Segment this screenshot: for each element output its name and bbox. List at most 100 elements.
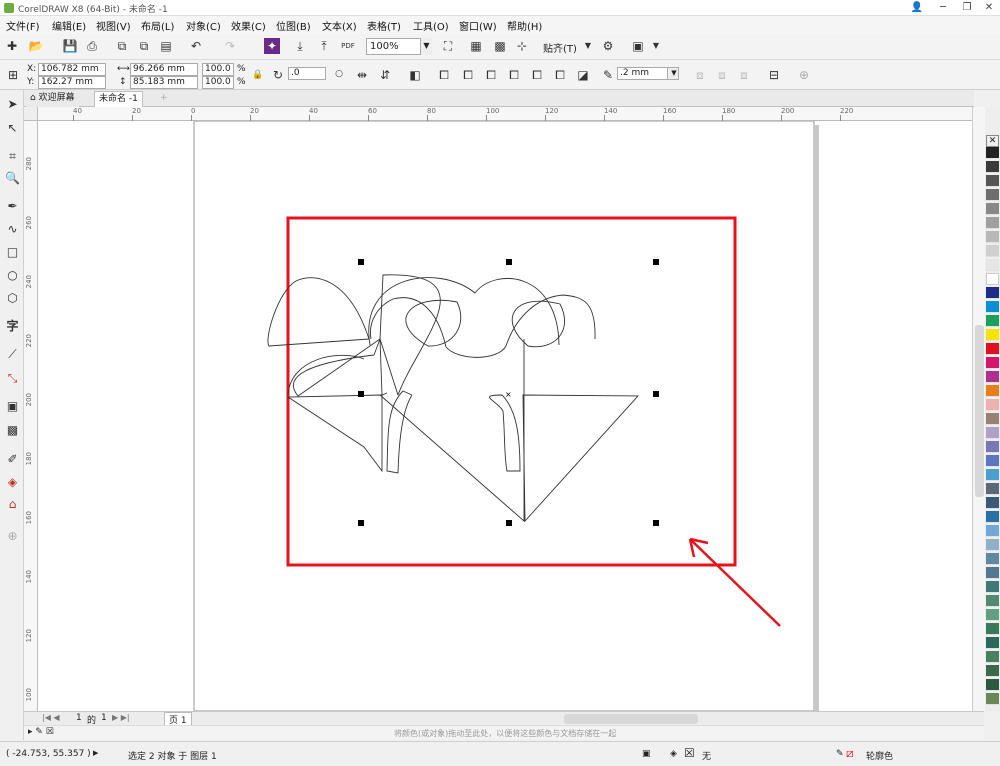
vertical-ruler[interactable]: 280 260 240 220 200 180 160 140 120 100 [24, 107, 38, 711]
palette-swatch[interactable] [986, 651, 999, 663]
ruler-origin[interactable] [24, 107, 38, 121]
drop-shadow-icon[interactable]: ▣ [4, 398, 21, 415]
palette-swatch[interactable] [986, 203, 999, 215]
palette-swatch[interactable] [986, 623, 999, 635]
transparency-icon[interactable]: ▩ [4, 422, 21, 439]
add-icon[interactable]: ⊕ [796, 67, 812, 83]
rotation-angle-field[interactable]: .0 [288, 67, 326, 80]
publish-pdf-icon[interactable]: PDF [340, 38, 356, 54]
scale-y-field[interactable]: 100.0 [202, 76, 234, 89]
ungroup-all-icon[interactable]: ⧈ [736, 67, 752, 83]
full-screen-icon[interactable]: ⛶ [440, 38, 456, 54]
palette-swatch[interactable] [986, 259, 999, 271]
palette-swatch[interactable] [986, 637, 999, 649]
minimize-button[interactable]: ─ [932, 0, 954, 16]
menu-text[interactable]: 文本(X) [322, 18, 357, 33]
application-launcher-icon[interactable]: ▣ [630, 38, 646, 54]
scale-x-field[interactable]: 100.0 [202, 63, 234, 76]
shape-tool-icon[interactable]: ↖ [4, 120, 21, 137]
print-icon[interactable]: ⎙ [84, 38, 100, 54]
palette-swatch[interactable] [986, 497, 999, 509]
guidelines-icon[interactable]: ⊹ [514, 38, 530, 54]
menu-edit[interactable]: 编辑(E) [52, 18, 86, 33]
artistic-media-icon[interactable]: ∿ [4, 221, 21, 238]
palette-options-icon[interactable]: ▸ ✎ ☒ [28, 727, 54, 737]
palette-swatch[interactable] [986, 273, 999, 285]
save-icon[interactable]: 💾 [62, 38, 78, 54]
first-page-icon[interactable]: |◀ ◀ [42, 713, 60, 722]
palette-swatch[interactable] [986, 567, 999, 579]
open-icon[interactable]: 📂 [28, 38, 44, 54]
palette-swatch[interactable] [986, 469, 999, 481]
palette-swatch[interactable] [986, 315, 999, 327]
palette-swatch[interactable] [986, 427, 999, 439]
palette-swatch[interactable] [986, 693, 999, 705]
new-document-icon[interactable]: ✚ [4, 38, 20, 54]
palette-swatch[interactable] [986, 357, 999, 369]
vertical-scrollbar[interactable] [972, 107, 985, 711]
palette-swatch[interactable] [986, 147, 999, 159]
palette-swatch[interactable] [986, 329, 999, 341]
palette-swatch[interactable] [986, 189, 999, 201]
close-button[interactable]: ✕ [978, 0, 1000, 16]
text-tool-icon[interactable]: 字 [4, 318, 21, 335]
palette-swatch[interactable] [986, 525, 999, 537]
palette-swatch[interactable] [986, 609, 999, 621]
mirror-vertical-icon[interactable]: ⇵ [377, 67, 393, 83]
polygon-tool-icon[interactable]: ⬡ [4, 290, 21, 307]
palette-swatch[interactable] [986, 483, 999, 495]
smart-fill-icon[interactable]: ⌂ [4, 496, 21, 513]
palette-swatch[interactable] [986, 287, 999, 299]
y-position-field[interactable]: 162.27 mm [38, 76, 106, 89]
no-fill-swatch[interactable]: ☒ [684, 746, 695, 760]
new-tab-plus-icon[interactable]: + [156, 91, 172, 107]
horizontal-ruler[interactable]: 40 20 0 20 40 60 80 100 120 140 160 180 200 220 [38, 107, 972, 121]
menu-view[interactable]: 视图(V) [96, 18, 131, 33]
palette-swatch[interactable] [986, 231, 999, 243]
pick-tool-icon[interactable]: ➤ [4, 96, 21, 113]
palette-swatch[interactable] [986, 175, 999, 187]
rectangle-tool-icon[interactable]: □ [4, 244, 21, 261]
palette-swatch[interactable] [986, 385, 999, 397]
import-icon[interactable]: ⤓ [292, 38, 308, 54]
palette-swatch[interactable] [986, 595, 999, 607]
height-field[interactable]: 85.183 mm [130, 76, 198, 89]
chevron-down-icon[interactable]: ▼ [667, 67, 679, 80]
menu-tools[interactable]: 工具(O) [413, 18, 449, 33]
search-content-icon[interactable]: ✦ [264, 38, 280, 54]
align-distribute-icon[interactable]: ⊟ [766, 67, 782, 83]
outline-width-field[interactable]: .2 mm [617, 67, 669, 80]
menu-window[interactable]: 窗口(W) [459, 18, 497, 33]
menu-help[interactable]: 帮助(H) [507, 18, 542, 33]
account-icon[interactable]: 👤 [906, 0, 928, 16]
palette-swatch[interactable] [986, 399, 999, 411]
add-tool-icon[interactable]: ⊕ [4, 528, 21, 545]
palette-swatch[interactable] [986, 161, 999, 173]
palette-swatch[interactable] [986, 511, 999, 523]
palette-swatch[interactable] [986, 343, 999, 355]
mirror-horizontal-icon[interactable]: ⇹ [354, 67, 370, 83]
width-field[interactable]: 96.266 mm [130, 63, 198, 76]
chevron-down-icon[interactable]: ▼ [580, 38, 596, 54]
redo-icon[interactable]: ↷ [222, 38, 238, 54]
menu-object[interactable]: 对象(C) [186, 18, 221, 33]
rulers-icon[interactable]: ▦ [468, 38, 484, 54]
menu-bitmaps[interactable]: 位图(B) [276, 18, 311, 33]
chevron-down-icon[interactable]: ▼ [648, 38, 664, 54]
palette-swatch[interactable] [986, 539, 999, 551]
tab-welcome[interactable]: ⌂ 欢迎屏幕 [26, 91, 79, 107]
tab-document[interactable]: 未命名 -1 [94, 91, 143, 107]
freehand-tool-icon[interactable]: ✒ [4, 198, 21, 215]
palette-swatch[interactable] [986, 301, 999, 313]
back-minus-front-icon[interactable]: ⧠ [552, 67, 568, 83]
palette-swatch[interactable] [986, 455, 999, 467]
intersect-icon[interactable]: ⧠ [483, 67, 499, 83]
last-page-icon[interactable]: ▶ ▶| [112, 713, 130, 722]
menu-effects[interactable]: 效果(C) [231, 18, 266, 33]
menu-layout[interactable]: 布局(L) [141, 18, 174, 33]
palette-swatch[interactable] [986, 665, 999, 677]
palette-swatch[interactable] [986, 413, 999, 425]
outline-color-swatch[interactable]: ⧄ [846, 746, 854, 761]
front-minus-back-icon[interactable]: ⧠ [529, 67, 545, 83]
interactive-fill-icon[interactable]: ◈ [4, 474, 21, 491]
